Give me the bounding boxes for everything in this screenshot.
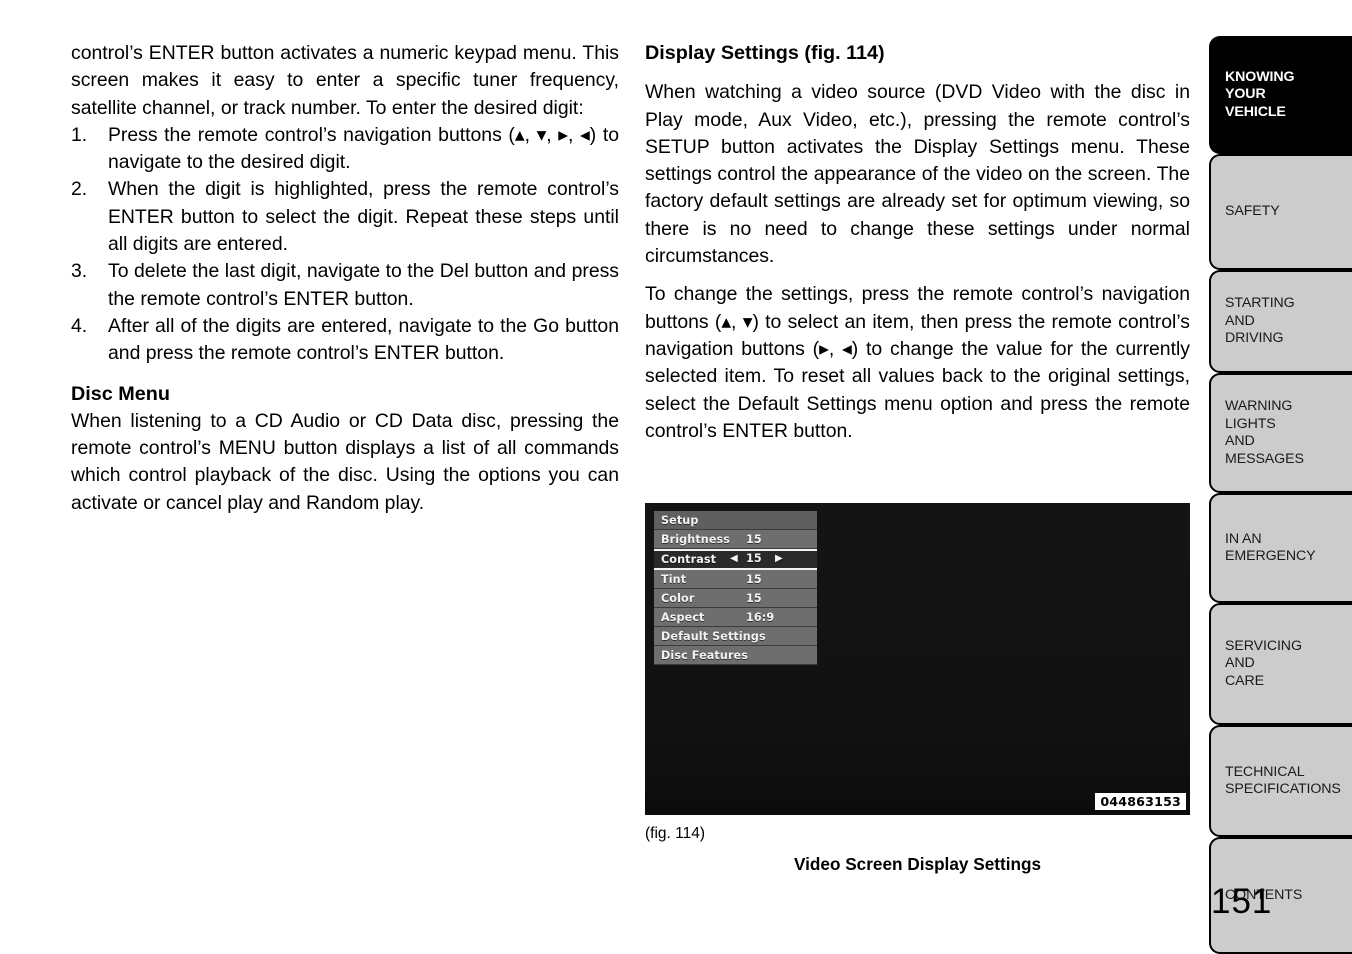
sidebar-tab-label-line: EMERGENCY [1225,548,1316,564]
sidebar-tab-knowing-your-vehicle[interactable]: KNOWING YOUR VEHICLE [1209,36,1352,154]
osd-row-value: 15 [746,533,762,546]
sidebar-tab-label: SERVICING AND CARE [1225,638,1352,691]
sidebar-tab-starting-and-driving[interactable]: STARTING AND DRIVING [1209,270,1352,373]
sidebar-tab-label-line: MESSAGES [1225,450,1304,467]
sidebar-tab-label-line: AND [1225,655,1255,672]
on-screen-setup-menu: Setup Brightness 15 Contrast ◀ ▶ 15 Tint 15 Colo… [654,511,817,665]
sidebar-tab-label-line: CARE [1225,672,1265,689]
sidebar-tab-label-line: SPECIFICATIONS [1225,781,1341,797]
intro-paragraph: control’s ENTER button activates a numer… [71,42,619,119]
sidebar-tab-in-an-emergency[interactable]: IN AN EMERGENCY [1209,493,1352,603]
step-item: 4. After all of the digits are entered, n… [71,313,619,368]
sidebar-tab-label-line: WARNING [1225,398,1293,414]
sidebar-tab-label-line: KNOWING [1225,68,1295,85]
sidebar-tab-label-line: STARTING [1225,295,1295,312]
sidebar-tab-label: SAFETY [1225,203,1352,221]
osd-menu-row[interactable]: Contrast ◀ ▶ 15 [654,549,817,570]
step-number: 1. [71,123,88,146]
sidebar-tab-label-line: AND [1225,433,1255,449]
step-number: 2. [71,178,88,201]
osd-row-label: Tint [661,573,687,586]
display-settings-paragraph-2: To change the settings, press the remote… [645,283,1190,442]
figure-label: (fig. 114) [645,825,706,842]
osd-increase-arrow-icon[interactable]: ▶ [775,551,783,567]
left-text-column: control’s ENTER button activates a numer… [71,40,619,517]
osd-row-label: Contrast [661,553,717,566]
sidebar-tab-label: IN AN EMERGENCY [1225,531,1352,566]
display-settings-heading: Display Settings (fig. 114) [645,42,885,64]
osd-menu-row[interactable]: Aspect 16:9 [654,608,817,627]
page-number: 151 [1211,882,1273,921]
sidebar-tab-label-line: SERVICING [1225,637,1302,654]
sidebar-tab-label-line: IN AN [1225,530,1262,547]
step-text: To delete the last digit, navigate to th… [108,260,619,310]
osd-menu-row[interactable]: Default Settings [654,627,817,646]
sidebar-tab-servicing-and-care[interactable]: SERVICING AND CARE [1209,603,1352,725]
step-text: Press the remote control’s navigation bu… [108,123,619,174]
osd-menu-row[interactable]: Brightness 15 [654,530,817,549]
osd-row-value: 15 [746,573,762,586]
image-code-badge: 044863153 [1095,793,1186,810]
step-text: When the digit is highlighted, press the… [108,178,619,256]
sidebar-tab-label: WARNING LIGHTS AND MESSAGES [1225,398,1352,468]
sidebar-tab-label-line: TECHNICAL [1225,763,1305,780]
osd-row-label: Color [661,592,695,605]
sidebar-tab-label: TECHNICAL SPECIFICATIONS [1225,764,1352,799]
step-number: 4. [71,314,88,337]
sidebar-tab-label: STARTING AND DRIVING [1225,295,1352,348]
osd-menu-row[interactable]: Color 15 [654,589,817,608]
sidebar-tab-label-line: LIGHTS [1225,415,1276,432]
osd-decrease-arrow-icon[interactable]: ◀ [730,551,738,567]
sidebar-tab-label-line: DRIVING [1225,330,1284,347]
numbered-steps-list: 1. Press the remote control’s navigation … [71,122,619,368]
step-number: 3. [71,260,88,283]
sidebar-tab-technical-specifications[interactable]: TECHNICAL SPECIFICATIONS [1209,725,1352,837]
osd-row-label: Default Settings [661,630,766,643]
osd-row-value: 15 [746,552,762,565]
disc-menu-paragraph: When listening to a CD Audio or CD Data … [71,409,619,514]
display-settings-paragraph-1: When watching a video source (DVD Video … [645,81,1190,268]
sidebar-tab-label-line: SAFETY [1225,203,1280,220]
osd-title-label: Setup [661,514,699,527]
osd-menu-row[interactable]: Tint 15 [654,570,817,589]
osd-row-value: 16:9 [746,611,775,624]
osd-menu-row[interactable]: Disc Features [654,646,817,665]
manual-page: control’s ENTER button activates a numer… [0,0,1352,954]
right-text-column: Display Settings (fig. 114) When watchin… [645,40,1190,445]
figure-caption: Video Screen Display Settings [793,854,1042,874]
osd-row-label: Brightness [661,533,731,546]
figure-114: Setup Brightness 15 Contrast ◀ ▶ 15 Tint 15 Colo… [645,503,1190,815]
sidebar-tab-label-line: AND [1225,312,1255,329]
sidebar-tab-label-line: VEHICLE [1225,103,1286,120]
step-item: 2. When the digit is highlighted, press t… [71,176,619,258]
osd-menu-title: Setup [654,511,817,530]
sidebar-tab-safety[interactable]: SAFETY [1209,154,1352,270]
osd-row-label: Aspect [661,611,705,624]
step-text: After all of the digits are entered, nav… [108,314,619,365]
osd-row-label: Disc Features [661,649,749,662]
disc-menu-heading: Disc Menu [71,382,170,405]
step-item: 1. Press the remote control’s navigation … [71,122,619,177]
step-item: 3. To delete the last digit, navigate to … [71,258,619,313]
sidebar-tab-warning-lights-and-messages[interactable]: WARNING LIGHTS AND MESSAGES [1209,373,1352,493]
sidebar-tab-label: KNOWING YOUR VEHICLE [1225,69,1352,122]
osd-row-value: 15 [746,592,762,605]
video-screen-photo: Setup Brightness 15 Contrast ◀ ▶ 15 Tint 15 Colo… [645,503,1190,815]
sidebar-tab-label-line: YOUR [1225,86,1266,103]
